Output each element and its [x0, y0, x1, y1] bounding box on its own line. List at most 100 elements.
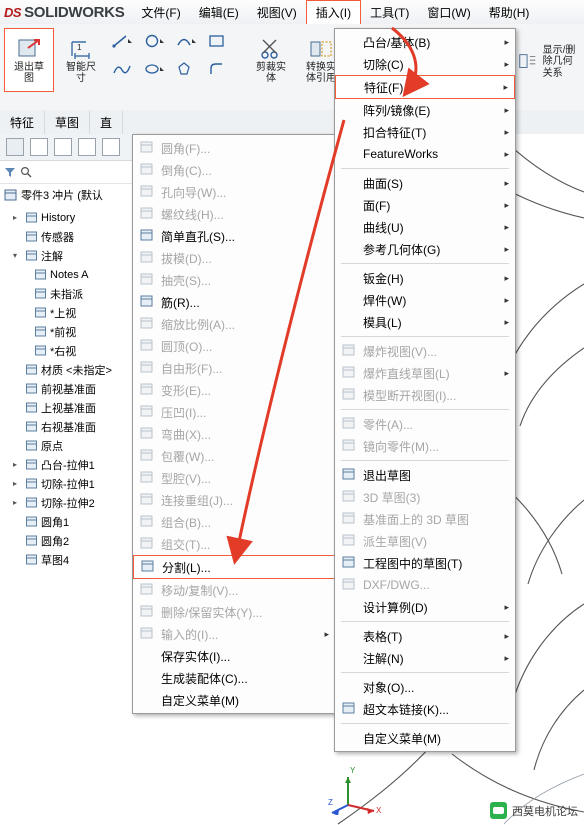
menu-item[interactable]: 镜向零件(M)...	[335, 435, 515, 457]
menu-item[interactable]: 生成装配体(C)...	[133, 667, 335, 689]
menu-item[interactable]: 组交(T)...	[133, 533, 335, 555]
menu-item[interactable]: 螺纹线(H)...	[133, 203, 335, 225]
menu-item[interactable]: 弯曲(X)...	[133, 423, 335, 445]
display-delete-relations-button[interactable]: 显示/删 除几何 关系	[510, 28, 582, 96]
menu-item[interactable]: 阵列/镜像(E) ▸	[335, 99, 515, 121]
menu-item[interactable]: DXF/DWG...	[335, 574, 515, 596]
menu-item[interactable]: 设计算例(D) ▸	[335, 596, 515, 618]
tree-item[interactable]: 右视基准面	[0, 417, 132, 436]
menu-item[interactable]: 自定义菜单(M)	[335, 727, 515, 749]
tree-expand-arrow[interactable]: ▸	[13, 213, 22, 222]
tree-item[interactable]: ▸ 凸台-拉伸1	[0, 455, 132, 474]
tree-item[interactable]: 材质 <未指定>	[0, 360, 132, 379]
tree-item[interactable]: 圆角1	[0, 512, 132, 531]
tree-item[interactable]: ▸ History	[0, 208, 132, 227]
insert-submenu[interactable]: 凸台/基体(B) ▸ 切除(C) ▸ 特征(F) ▸ 阵列/镜像(E) ▸ 扣合特征(T) ▸ Fe…	[334, 28, 516, 752]
menu-item[interactable]: 圆顶(O)...	[133, 335, 335, 357]
menu-item[interactable]: 零件(A)...	[335, 413, 515, 435]
menu-item[interactable]: 基准面上的 3D 草图	[335, 508, 515, 530]
menu-4[interactable]: 工具(T)	[361, 1, 418, 24]
menu-item[interactable]: 焊件(W) ▸	[335, 289, 515, 311]
rectangle-tool-button[interactable]	[204, 30, 232, 52]
menu-item[interactable]: 型腔(V)...	[133, 467, 335, 489]
circle-tool-button[interactable]	[140, 30, 168, 52]
menu-item[interactable]: 派生草图(V)	[335, 530, 515, 552]
insert-menu[interactable]: 圆角(F)... 倒角(C)... 孔向导(W)... 螺纹线(H)... 简单直孔(S…	[132, 134, 336, 714]
arc-tool-button[interactable]	[172, 30, 200, 52]
menu-6[interactable]: 帮助(H)	[480, 1, 539, 24]
dimxpert-tab-icon[interactable]	[78, 138, 96, 156]
sketch-fillet-button[interactable]	[204, 58, 232, 80]
menu-item[interactable]: 移动/复制(V)...	[133, 579, 335, 601]
menu-item[interactable]: 爆炸直线草图(L) ▸	[335, 362, 515, 384]
menu-item[interactable]: 自由形(F)...	[133, 357, 335, 379]
menu-item[interactable]: 特征(F) ▸	[335, 75, 515, 99]
tree-item[interactable]: 草图4	[0, 550, 132, 569]
menu-item[interactable]: 注解(N) ▸	[335, 647, 515, 669]
menu-item[interactable]: 钣金(H) ▸	[335, 267, 515, 289]
menu-item[interactable]: 连接重组(J)...	[133, 489, 335, 511]
feature-tree-tab-icon[interactable]	[6, 138, 24, 156]
menu-1[interactable]: 编辑(E)	[190, 1, 248, 24]
exit-sketch-button[interactable]: 退出草 图	[4, 28, 54, 92]
menu-item[interactable]: 压凹(I)...	[133, 401, 335, 423]
tree-item[interactable]: ▾ 注解	[0, 246, 132, 265]
display-manager-tab-icon[interactable]	[102, 138, 120, 156]
tree-expand-arrow[interactable]: ▸	[13, 479, 22, 488]
menu-0[interactable]: 文件(F)	[132, 1, 189, 24]
menu-item[interactable]: 面(F) ▸	[335, 194, 515, 216]
smart-dimension-button[interactable]: 1 智能尺 寸	[56, 28, 106, 92]
tree-item[interactable]: 传感器	[0, 227, 132, 246]
trim-entities-button[interactable]: 剪裁实 体	[246, 28, 296, 92]
tree-item[interactable]: Notes A	[0, 265, 132, 284]
menu-item[interactable]: 筋(R)...	[133, 291, 335, 313]
menu-item[interactable]: 退出草图	[335, 464, 515, 486]
tree-expand-arrow[interactable]: ▸	[13, 460, 22, 469]
tree-expand-arrow[interactable]: ▾	[13, 251, 22, 260]
polygon-tool-button[interactable]	[172, 58, 200, 80]
menu-item[interactable]: 3D 草图(3)	[335, 486, 515, 508]
tree-filter-row[interactable]	[0, 161, 132, 184]
menu-item[interactable]: 保存实体(I)...	[133, 645, 335, 667]
menu-item[interactable]: 包覆(W)...	[133, 445, 335, 467]
menu-item[interactable]: 超文本链接(K)...	[335, 698, 515, 720]
menu-item[interactable]: 模具(L) ▸	[335, 311, 515, 333]
menu-item[interactable]: 切除(C) ▸	[335, 53, 515, 75]
menu-item[interactable]: 抽壳(S)...	[133, 269, 335, 291]
menu-item[interactable]: 缩放比例(A)...	[133, 313, 335, 335]
tab-2[interactable]: 直	[90, 110, 124, 134]
spline-tool-button[interactable]	[108, 58, 136, 80]
tree-item[interactable]: 圆角2	[0, 531, 132, 550]
tree-item[interactable]: ▸ 切除-拉伸2	[0, 493, 132, 512]
tree-item[interactable]: 原点	[0, 436, 132, 455]
menu-item[interactable]: 工程图中的草图(T)	[335, 552, 515, 574]
menu-item[interactable]: 拔模(D)...	[133, 247, 335, 269]
tab-0[interactable]: 特征	[0, 110, 46, 134]
tab-1[interactable]: 草图	[45, 110, 91, 134]
menu-item[interactable]: 倒角(C)...	[133, 159, 335, 181]
menu-item[interactable]: 模型断开视图(I)...	[335, 384, 515, 406]
tree-item[interactable]: ▸ 切除-拉伸1	[0, 474, 132, 493]
menu-item[interactable]: FeatureWorks ▸	[335, 143, 515, 165]
menu-item[interactable]: 组合(B)...	[133, 511, 335, 533]
menu-item[interactable]: 曲线(U) ▸	[335, 216, 515, 238]
menu-item[interactable]: 参考几何体(G) ▸	[335, 238, 515, 260]
tree-item[interactable]: 前视基准面	[0, 379, 132, 398]
line-tool-button[interactable]	[108, 30, 136, 52]
menu-item[interactable]: 对象(O)...	[335, 676, 515, 698]
menu-item[interactable]: 凸台/基体(B) ▸	[335, 31, 515, 53]
menu-item[interactable]: 圆角(F)...	[133, 137, 335, 159]
menu-item[interactable]: 分割(L)...	[133, 555, 335, 579]
menu-item[interactable]: 孔向导(W)...	[133, 181, 335, 203]
menu-3[interactable]: 插入(I)	[305, 0, 362, 25]
menu-item[interactable]: 表格(T) ▸	[335, 625, 515, 647]
tree-item[interactable]: *上视	[0, 303, 132, 322]
tree-item[interactable]: 上视基准面	[0, 398, 132, 417]
menu-2[interactable]: 视图(V)	[248, 1, 306, 24]
menu-item[interactable]: 曲面(S) ▸	[335, 172, 515, 194]
tree-root-item[interactable]: 零件3 冲片 (默认	[0, 184, 132, 206]
ellipse-tool-button[interactable]	[140, 58, 168, 80]
tree-item[interactable]: *右视	[0, 341, 132, 360]
tree-item[interactable]: 未指派	[0, 284, 132, 303]
menu-5[interactable]: 窗口(W)	[418, 1, 479, 24]
